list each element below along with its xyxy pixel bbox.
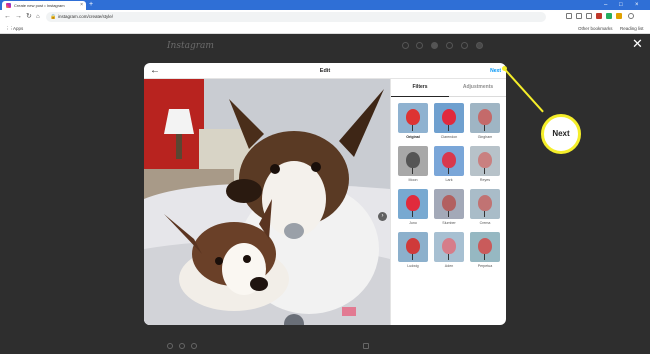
filter-thumbnail [470,189,500,219]
next-callout: Next [541,114,581,154]
filter-gingham[interactable]: Gingham [470,103,500,139]
extension-icon[interactable] [566,13,572,19]
forward-arrow-icon[interactable]: → [15,11,22,23]
lock-icon: 🔒 [50,14,57,20]
window-close-button[interactable]: × [635,0,639,10]
filter-label: Crema [479,221,491,225]
filter-thumbnail [434,103,464,133]
browser-toolbar: ← → ↻ ⌂ 🔒 instagram.com/create/style/ [0,10,650,24]
filter-lark[interactable]: Lark [434,146,464,182]
tab-adjustments[interactable]: Adjustments [449,79,506,96]
panel-tabs: Filters Adjustments [391,79,506,97]
tab-close-icon[interactable]: × [80,1,83,10]
filter-label: Clarendon [440,135,458,139]
filter-thumbnail [398,189,428,219]
browser-tab[interactable]: Create new post • Instagram × [2,1,86,10]
new-post-nav-icon [431,42,438,49]
close-modal-icon[interactable]: ✕ [632,36,643,52]
filter-label: Gingham [477,135,493,139]
next-button[interactable]: Next [490,63,501,79]
filter-label: Original [406,135,420,139]
filter-thumbnail [434,146,464,176]
filter-panel: Filters Adjustments Original Clarendon G… [390,79,506,325]
share-post-icon [191,343,197,349]
filter-perpetua[interactable]: Perpetua [470,232,500,268]
back-arrow-icon[interactable]: ← [4,11,11,23]
comment-icon [179,343,185,349]
new-tab-button[interactable]: + [89,0,93,10]
filter-thumbnail [398,103,428,133]
filter-label: Slumber [442,221,456,225]
bookmark-other[interactable]: Other bookmarks [578,24,613,34]
url-text: instagram.com/create/style/ [58,14,114,19]
extension-green-icon[interactable] [606,13,612,19]
filter-original[interactable]: Original [398,103,428,139]
bookmarks-bar: ⋮⋮ Apps Other bookmarks Reading list [0,24,650,34]
filter-label: Perpetua [477,264,493,268]
filter-label: Juno [409,221,417,225]
filter-thumbnail [398,232,428,262]
filter-juno[interactable]: Juno [398,189,428,225]
activity-nav-icon [461,42,468,49]
next-photo-icon[interactable]: › [378,212,387,221]
profile-nav-icon [476,42,483,49]
home-icon[interactable]: ⌂ [36,11,40,23]
modal-title: Edit [319,68,331,74]
photo-preview: › [144,79,390,325]
filter-thumbnail [434,232,464,262]
instagram-logo: Instagram [167,41,214,51]
tab-filters[interactable]: Filters [391,79,449,97]
explore-nav-icon [446,42,453,49]
browser-chrome: Create new post • Instagram × + – □ × ← … [0,0,650,34]
star-icon[interactable] [586,13,592,19]
filter-thumbnail [470,232,500,262]
address-bar[interactable]: 🔒 instagram.com/create/style/ [46,12,546,22]
extension-red-icon[interactable] [596,13,602,19]
save-icon [363,343,369,349]
tab-title: Create new post • Instagram [14,3,65,8]
filter-crema[interactable]: Crema [470,189,500,225]
filter-clarendon[interactable]: Clarendon [434,103,464,139]
filter-reyes[interactable]: Reyes [470,146,500,182]
filter-label: Aden [444,264,454,268]
filter-slumber[interactable]: Slumber [434,189,464,225]
bookmark-reading-list[interactable]: Reading list [620,24,644,34]
maximize-button[interactable]: □ [619,0,623,10]
filter-thumbnail [470,103,500,133]
dogs-photo [144,79,390,325]
instagram-favicon-icon [6,3,11,8]
filter-moon[interactable]: Moon [398,146,428,182]
reload-icon[interactable]: ↻ [26,11,32,23]
filter-ludwig[interactable]: Ludwig [398,232,428,268]
filter-label: Lark [445,178,453,182]
profile-avatar-icon[interactable] [616,13,622,19]
modal-header: ← Edit Next [144,63,506,79]
like-icon [167,343,173,349]
filter-label: Moon [408,178,418,182]
filter-label: Ludwig [407,264,419,268]
edit-modal: ← Edit Next › Filters Adjustments Origin… [144,63,506,325]
filter-label: Reyes [479,178,491,182]
home-nav-icon [402,42,409,49]
filter-thumbnail [470,146,500,176]
filter-thumbnail [398,146,428,176]
messenger-nav-icon [416,42,423,49]
bookmark-apps[interactable]: Apps [13,24,23,34]
tab-strip: Create new post • Instagram × + – □ × [0,0,650,10]
filter-aden[interactable]: Aden [434,232,464,268]
post-action-bar [167,343,375,351]
menu-icon[interactable] [628,13,634,19]
share-icon[interactable] [576,13,582,19]
minimize-button[interactable]: – [604,0,607,10]
filter-thumbnail [434,189,464,219]
